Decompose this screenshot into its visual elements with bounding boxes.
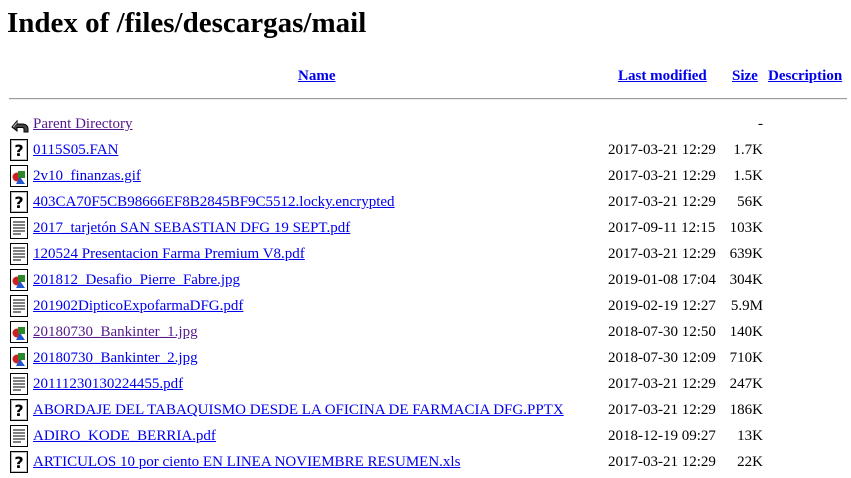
unknown-file-icon: ? (9, 139, 29, 161)
size-cell: 1.7K (733, 142, 763, 158)
file-link[interactable]: 20180730_Bankinter_1.jpg (33, 323, 198, 341)
table-row: 2v10_finanzas.gif 2017-03-21 12:29 1.5K (0, 165, 851, 191)
file-link[interactable]: 120524 Presentacion Farma Premium V8.pdf (33, 245, 305, 263)
last-modified-cell: 2017-09-11 12:15 (608, 220, 716, 236)
size-cell: 56K (737, 194, 763, 210)
svg-text:?: ? (14, 453, 23, 472)
table-row: 20180730_Bankinter_2.jpg 2018-07-30 12:09… (0, 347, 851, 373)
size-cell: 639K (729, 246, 763, 262)
parent-directory-link[interactable]: Parent Directory (33, 115, 133, 133)
file-link[interactable]: ADIRO_KODE_BERRIA.pdf (33, 427, 216, 445)
text-file-icon (9, 217, 29, 239)
file-link[interactable]: 20111230130224455.pdf (33, 375, 183, 393)
last-modified-cell: 2019-02-19 12:27 (608, 298, 716, 314)
file-link[interactable]: 2017_tarjetón SAN SEBASTIAN DFG 19 SEPT.… (33, 219, 350, 237)
table-row: ? ABORDAJE DEL TABAQUISMO DESDE LA OFICIN… (0, 399, 851, 425)
size-cell: - (758, 116, 763, 132)
size-cell: 247K (729, 376, 763, 392)
back-icon (9, 113, 29, 135)
file-link[interactable]: 0115S05.FAN (33, 141, 118, 159)
table-row: 2017_tarjetón SAN SEBASTIAN DFG 19 SEPT.… (0, 217, 851, 243)
table-row: ADIRO_KODE_BERRIA.pdf 2018-12-19 09:27 13K (0, 425, 851, 451)
unknown-file-icon: ? (9, 191, 29, 213)
text-file-icon (9, 425, 29, 447)
unknown-file-icon: ? (9, 451, 29, 473)
file-link[interactable]: ABORDAJE DEL TABAQUISMO DESDE LA OFICINA… (33, 401, 564, 419)
size-cell: 710K (729, 350, 763, 366)
column-header-last-modified[interactable]: Last modified (618, 67, 707, 85)
svg-text:?: ? (14, 193, 23, 212)
table-row: 201812_Desafio_Pierre_Fabre.jpg 2019-01-0… (0, 269, 851, 295)
last-modified-cell: 2017-03-21 12:29 (608, 246, 716, 262)
image-file-icon (9, 321, 29, 343)
last-modified-cell: 2017-03-21 12:29 (608, 168, 716, 184)
parent-directory-row: Parent Directory - (0, 113, 851, 139)
svg-text:?: ? (14, 141, 23, 160)
image-file-icon (9, 269, 29, 291)
unknown-file-icon: ? (9, 399, 29, 421)
table-row: ? 403CA70F5CB98666EF8B2845BF9C5512.locky.… (0, 191, 851, 217)
column-header-description[interactable]: Description (768, 67, 842, 85)
last-modified-cell: 2017-03-21 12:29 (608, 402, 716, 418)
table-row: ? 0115S05.FAN 2017-03-21 12:29 1.7K (0, 139, 851, 165)
text-file-icon (9, 295, 29, 317)
size-cell: 186K (729, 402, 763, 418)
size-cell: 140K (729, 324, 763, 340)
last-modified-cell: 2018-12-19 09:27 (608, 428, 716, 444)
table-row: 20180730_Bankinter_1.jpg 2018-07-30 12:50… (0, 321, 851, 347)
file-link[interactable]: 201902DipticoExpofarmaDFG.pdf (33, 297, 243, 315)
text-file-icon (9, 373, 29, 395)
size-cell: 103K (729, 220, 763, 236)
last-modified-cell: 2018-07-30 12:50 (608, 324, 716, 340)
size-cell: 304K (729, 272, 763, 288)
file-link[interactable]: 403CA70F5CB98666EF8B2845BF9C5512.locky.e… (33, 193, 395, 211)
svg-text:?: ? (14, 401, 23, 420)
last-modified-cell: 2017-03-21 12:29 (608, 194, 716, 210)
table-row: ? ARTICULOS 10 por ciento EN LINEA NOVIEM… (0, 451, 851, 477)
page-title: Index of /files/descargas/mail (7, 7, 367, 39)
last-modified-cell: 2017-03-21 12:29 (608, 454, 716, 470)
last-modified-cell: 2019-01-08 17:04 (608, 272, 716, 288)
file-link[interactable]: 201812_Desafio_Pierre_Fabre.jpg (33, 271, 240, 289)
last-modified-cell: 2017-03-21 12:29 (608, 376, 716, 392)
column-header-name[interactable]: Name (298, 67, 336, 85)
size-cell: 5.9M (730, 298, 763, 314)
image-file-icon (9, 165, 29, 187)
file-link[interactable]: ARTICULOS 10 por ciento EN LINEA NOVIEMB… (33, 453, 460, 471)
image-file-icon (9, 347, 29, 369)
header-divider (9, 98, 847, 100)
size-cell: 1.5K (733, 168, 763, 184)
table-row: 20111230130224455.pdf 2017-03-21 12:29 247… (0, 373, 851, 399)
size-cell: 13K (737, 428, 763, 444)
text-file-icon (9, 243, 29, 265)
table-row: 201902DipticoExpofarmaDFG.pdf 2019-02-19 … (0, 295, 851, 321)
last-modified-cell: 2018-07-30 12:09 (608, 350, 716, 366)
file-link[interactable]: 2v10_finanzas.gif (33, 167, 141, 185)
last-modified-cell: 2017-03-21 12:29 (608, 142, 716, 158)
table-row: 120524 Presentacion Farma Premium V8.pdf… (0, 243, 851, 269)
file-link[interactable]: 20180730_Bankinter_2.jpg (33, 349, 198, 367)
size-cell: 22K (737, 454, 763, 470)
column-header-size[interactable]: Size (732, 67, 758, 85)
